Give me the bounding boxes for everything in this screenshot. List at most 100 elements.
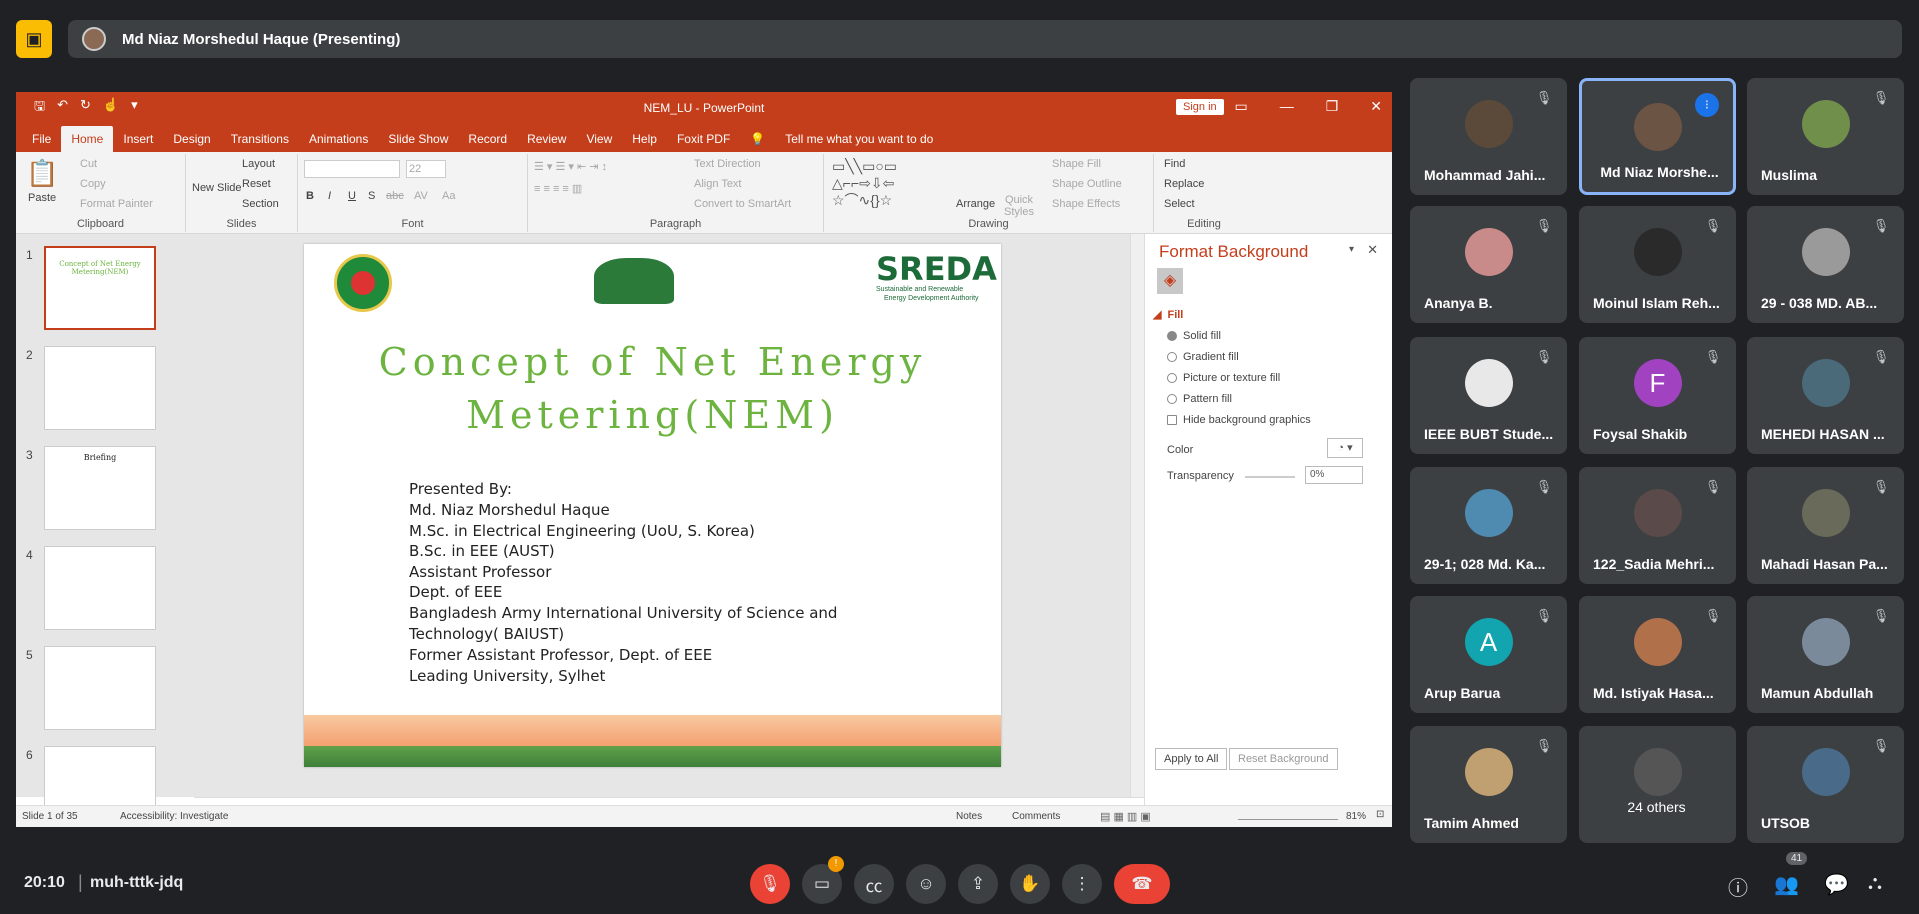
participant-tile[interactable]: 🎙 IEEE BUBT Stude...: [1410, 337, 1567, 454]
shadow-button[interactable]: S: [368, 190, 375, 202]
more-options-icon[interactable]: ⋮: [1062, 864, 1102, 904]
tab-review[interactable]: Review: [517, 126, 576, 152]
emoji-icon[interactable]: ☺: [906, 864, 946, 904]
participant-tile[interactable]: 🎙 122_Sadia Mehri...: [1579, 467, 1736, 584]
participant-tile[interactable]: 🎙 Tamim Ahmed: [1410, 726, 1567, 843]
chat-icon[interactable]: 💬: [1824, 872, 1849, 897]
close-icon[interactable]: ✕: [1370, 98, 1382, 115]
participant-tile[interactable]: 🎙 MEHEDI HASAN ...: [1747, 337, 1904, 454]
slide-thumbnail-5[interactable]: [44, 646, 156, 730]
participant-tile[interactable]: 🎙 Muslima: [1747, 78, 1904, 195]
slide-thumbnail-1[interactable]: Concept of Net Energy Metering(NEM): [44, 246, 156, 330]
hide-background-checkbox[interactable]: Hide background graphics: [1167, 414, 1311, 426]
format-painter-button[interactable]: Format Painter: [80, 198, 153, 210]
tab-view[interactable]: View: [576, 126, 622, 152]
tab-transitions[interactable]: Transitions: [221, 126, 299, 152]
quick-styles-button[interactable]: Quick Styles: [1004, 194, 1034, 218]
participant-tile[interactable]: 🎙 Ananya B.: [1410, 206, 1567, 323]
shape-effects-button[interactable]: Shape Effects: [1052, 198, 1120, 210]
presentation-icon[interactable]: ▣: [16, 20, 52, 58]
find-button[interactable]: Find: [1164, 158, 1185, 170]
fill-icon[interactable]: ◈: [1157, 268, 1183, 294]
participant-tile[interactable]: A 🎙 Arup Barua: [1410, 596, 1567, 713]
tab-foxit-pdf[interactable]: Foxit PDF: [667, 126, 740, 152]
tell-me-search[interactable]: Tell me what you want to do: [775, 126, 943, 152]
reset-button[interactable]: Reset: [242, 178, 271, 190]
slide-thumbnail-2[interactable]: [44, 346, 156, 430]
fit-slide-icon[interactable]: ⊡: [1376, 809, 1384, 820]
tab-insert[interactable]: Insert: [113, 126, 163, 152]
current-slide[interactable]: SREDA Sustainable and Renewable Energy D…: [304, 244, 1001, 767]
copy-button[interactable]: Copy: [80, 178, 106, 190]
notes-button[interactable]: Notes: [956, 811, 982, 822]
touch-mode-icon[interactable]: ☝: [103, 97, 119, 119]
end-call-icon[interactable]: ☎: [1114, 864, 1170, 904]
replace-button[interactable]: Replace: [1164, 178, 1204, 190]
slide-thumbnail-3[interactable]: Briefing: [44, 446, 156, 530]
paste-button[interactable]: Paste: [28, 192, 56, 204]
pane-close-icon[interactable]: ✕: [1367, 242, 1378, 258]
save-icon[interactable]: 🖫: [34, 97, 45, 119]
participant-tile[interactable]: 🎙 29-1; 028 Md. Ka...: [1410, 467, 1567, 584]
participant-tile[interactable]: F 🎙 Foysal Shakib: [1579, 337, 1736, 454]
tab-design[interactable]: Design: [163, 126, 220, 152]
tab-help[interactable]: Help: [622, 126, 667, 152]
font-family-select[interactable]: [304, 160, 400, 178]
slide-scrollbar[interactable]: [1130, 234, 1144, 797]
tab-record[interactable]: Record: [458, 126, 517, 152]
color-picker[interactable]: ◔ ▾: [1327, 438, 1363, 458]
participant-tile[interactable]: 🎙 29 - 038 MD. AB...: [1747, 206, 1904, 323]
convert-smartart-button[interactable]: Convert to SmartArt: [694, 198, 791, 210]
raise-hand-icon[interactable]: ✋: [1010, 864, 1050, 904]
present-screen-icon[interactable]: ⇪: [958, 864, 998, 904]
align-text-button[interactable]: Align Text: [694, 178, 742, 190]
tab-animations[interactable]: Animations: [299, 126, 378, 152]
solid-fill-option[interactable]: Solid fill: [1167, 330, 1221, 342]
text-direction-button[interactable]: Text Direction: [694, 158, 761, 170]
bold-button[interactable]: B: [306, 190, 314, 202]
zoom-level[interactable]: 81%: [1346, 811, 1366, 822]
picture-fill-option[interactable]: Picture or texture fill: [1167, 372, 1280, 384]
captions-icon[interactable]: ㏄: [854, 864, 894, 904]
fill-section[interactable]: ◢ Fill: [1153, 308, 1183, 322]
transparency-input[interactable]: 0%: [1305, 466, 1363, 484]
gradient-fill-option[interactable]: Gradient fill: [1167, 351, 1239, 363]
comments-button[interactable]: Comments: [1012, 811, 1060, 822]
tab-home[interactable]: Home: [61, 126, 114, 152]
shapes-gallery[interactable]: ▭╲╲▭○▭ △⌐⌐⇨⇩⇦ ☆⌒∿{}☆: [832, 158, 944, 209]
participant-tile[interactable]: 🎙 Md. Istiyak Hasa...: [1579, 596, 1736, 713]
participant-tile[interactable]: 🎙 Mahadi Hasan Pa...: [1747, 467, 1904, 584]
paste-icon[interactable]: 📋: [26, 158, 58, 189]
slide-thumbnail-4[interactable]: [44, 546, 156, 630]
reset-background-button[interactable]: Reset Background: [1229, 748, 1338, 770]
ribbon-display-icon[interactable]: ▭: [1234, 98, 1247, 115]
restore-icon[interactable]: ❐: [1326, 98, 1339, 115]
activities-icon[interactable]: ⛬: [1868, 872, 1882, 895]
italic-button[interactable]: I: [328, 190, 331, 202]
cut-button[interactable]: Cut: [80, 158, 97, 170]
align-icons[interactable]: ≡ ≡ ≡ ≡ ▥: [534, 182, 582, 195]
minimize-icon[interactable]: —: [1280, 98, 1294, 115]
tab-file[interactable]: File: [22, 126, 61, 152]
participant-tile[interactable]: 🎙 Mohammad Jahi...: [1410, 78, 1567, 195]
participant-tile[interactable]: ⁝ Md Niaz Morshe...: [1579, 78, 1736, 195]
new-slide-button[interactable]: New Slide: [192, 182, 242, 194]
view-buttons[interactable]: ▤ ▦ ▥ ▣: [1100, 810, 1151, 823]
underline-button[interactable]: U: [348, 190, 356, 202]
change-case-button[interactable]: Aa: [442, 190, 455, 202]
select-button[interactable]: Select: [1164, 198, 1195, 210]
mic-off-icon[interactable]: 🎙: [750, 864, 790, 904]
participant-tile[interactable]: 🎙 Moinul Islam Reh...: [1579, 206, 1736, 323]
font-size-select[interactable]: 22: [406, 160, 446, 178]
apply-to-all-button[interactable]: Apply to All: [1155, 748, 1228, 770]
participant-tile[interactable]: 🎙 UTSOB: [1747, 726, 1904, 843]
layout-button[interactable]: Layout: [242, 158, 275, 170]
zoom-slider[interactable]: [1238, 810, 1338, 820]
strikethrough-button[interactable]: abc: [386, 190, 404, 202]
section-button[interactable]: Section: [242, 198, 279, 210]
accessibility-status[interactable]: Accessibility: Investigate: [120, 811, 228, 822]
shape-fill-button[interactable]: Shape Fill: [1052, 158, 1101, 170]
pane-options-icon[interactable]: ▾: [1349, 244, 1354, 255]
people-icon[interactable]: 👥: [1774, 872, 1799, 897]
info-icon[interactable]: ⓘ: [1728, 872, 1748, 901]
